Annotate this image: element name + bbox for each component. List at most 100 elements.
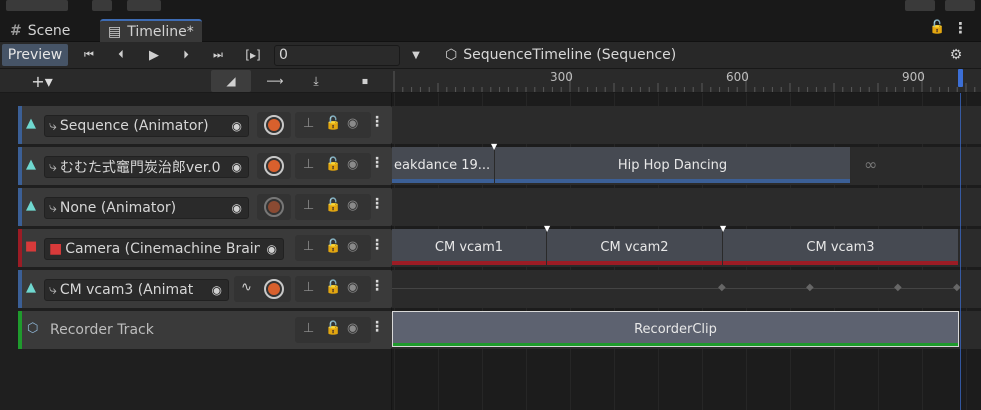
play-icon[interactable]: ▶: [141, 44, 167, 66]
keyframe-icon[interactable]: ◆: [894, 282, 902, 293]
playhead-line: [960, 93, 961, 410]
record-button[interactable]: [264, 115, 284, 135]
track-menu-icon[interactable]: ⋮: [370, 278, 384, 294]
clip-label: RecorderClip: [634, 321, 717, 337]
target-icon[interactable]: ◉: [232, 160, 242, 174]
eye-icon[interactable]: ◉: [347, 116, 358, 131]
animation-clip[interactable]: eakdance 19...: [392, 147, 495, 183]
cinemachine-clip[interactable]: CM vcam1: [392, 229, 547, 265]
eye-icon[interactable]: ◉: [347, 198, 358, 213]
layout-dropdown[interactable]: [6, 0, 68, 11]
add-track-button[interactable]: +▾: [22, 70, 62, 92]
record-button[interactable]: [264, 156, 284, 176]
cinemachine-clip[interactable]: CM vcam2: [547, 229, 723, 265]
cinemachine-clip[interactable]: CM vcam3: [723, 229, 959, 265]
clip-bar: [392, 261, 546, 265]
play-mode-button[interactable]: [905, 0, 935, 11]
mix-mode-icon[interactable]: ⤓: [298, 70, 334, 92]
object-field[interactable]: ⤷ None (Animator) ◉: [44, 197, 249, 219]
curves-icon[interactable]: ∿: [241, 280, 252, 295]
replace-mode-icon[interactable]: ⟶: [258, 70, 292, 92]
track-controls: ⊥ 🔓 ◉: [295, 112, 371, 138]
pin-icon[interactable]: ⊥: [303, 280, 314, 295]
track-menu-icon[interactable]: ⋮: [370, 114, 384, 130]
frame-input[interactable]: 0: [274, 45, 400, 66]
eye-icon[interactable]: ◉: [347, 280, 358, 295]
top-button[interactable]: [127, 0, 161, 11]
pin-icon[interactable]: ⊥: [303, 157, 314, 172]
track-row-none[interactable]: ▲ ⤷ None (Animator) ◉ ⊥ 🔓 ◉ ⋮: [18, 188, 392, 226]
next-frame-icon[interactable]: ⏵: [173, 44, 199, 66]
record-group: [257, 153, 291, 179]
previous-frame-icon[interactable]: ⏴: [108, 44, 134, 66]
lock-icon[interactable]: 🔓: [325, 157, 341, 172]
lock-icon[interactable]: 🔓: [325, 321, 341, 336]
record-button[interactable]: [264, 279, 284, 299]
go-to-start-icon[interactable]: ⏮: [76, 44, 102, 66]
timeline-toolbar: Preview ⏮ ⏴ ▶ ⏵ ⏭ [▸] 0 ▼ ⬡ SequenceTime…: [0, 42, 981, 69]
chevron-down-icon[interactable]: ▼: [406, 44, 426, 66]
gear-icon[interactable]: ⚙: [943, 44, 969, 66]
track-row-cm-vcam3[interactable]: ▲ ⤷ CM vcam3 (Animat ◉ ∿ ⊥ 🔓 ◉ ⋮: [18, 270, 392, 308]
editor-top-strip: [0, 0, 981, 17]
clip-start-marker-icon: ▼: [544, 224, 551, 233]
pin-icon[interactable]: ⊥: [303, 239, 314, 254]
object-field[interactable]: ⤷ CM vcam3 (Animat ◉: [44, 279, 229, 301]
tab-timeline[interactable]: ▤ Timeline*: [100, 19, 202, 42]
track-menu-icon[interactable]: ⋮: [370, 237, 384, 253]
lock-icon[interactable]: 🔓: [325, 280, 341, 295]
target-icon[interactable]: ◉: [232, 201, 242, 215]
play-range-icon[interactable]: [▸]: [239, 44, 267, 66]
preview-button[interactable]: Preview: [2, 44, 68, 66]
lock-icon[interactable]: 🔓: [325, 198, 341, 213]
eye-icon[interactable]: ◉: [347, 239, 358, 254]
track-row-recorder[interactable]: ⬡ Recorder Track ⊥ 🔓 ◉ ⋮: [18, 311, 392, 349]
track-menu-icon[interactable]: ⋮: [370, 319, 384, 335]
object-field[interactable]: ■ Camera (Cinemachine Brain ◉: [44, 238, 284, 260]
recorder-clip[interactable]: RecorderClip: [392, 311, 959, 347]
track-menu-icon[interactable]: ⋮: [370, 155, 384, 171]
animator-icon: ⤷: [49, 282, 57, 298]
clip-bar: [392, 179, 494, 183]
blend-marker-icon: ▼: [491, 142, 498, 151]
object-field[interactable]: ⤷ Sequence (Animator) ◉: [44, 115, 249, 137]
snap-icon[interactable]: ⏹: [350, 70, 380, 92]
object-field[interactable]: ⤷ むむた式竈門炭治郎ver.0 ◉: [44, 156, 249, 178]
pin-icon[interactable]: ⊥: [303, 116, 314, 131]
record-button[interactable]: [264, 197, 284, 217]
target-icon[interactable]: ◉: [267, 242, 277, 256]
pause-mode-button[interactable]: [945, 0, 975, 11]
animation-clip[interactable]: Hip Hop Dancing: [495, 147, 851, 183]
go-to-end-icon[interactable]: ⏭: [205, 44, 231, 66]
clip-label: CM vcam2: [600, 239, 669, 255]
eye-icon[interactable]: ◉: [347, 321, 358, 336]
time-ruler[interactable]: 300 600 900: [392, 69, 981, 93]
eye-icon[interactable]: ◉: [347, 157, 358, 172]
keyframe-icon[interactable]: ◆: [806, 282, 814, 293]
clip-area[interactable]: eakdance 19... Hip Hop Dancing ∞ ▼ CM vc…: [392, 93, 981, 410]
track-label: Camera (Cinemachine Brain: [65, 241, 261, 257]
pin-icon[interactable]: ⊥: [303, 321, 314, 336]
tab-scene[interactable]: # Scene: [2, 19, 78, 42]
target-icon[interactable]: ◉: [232, 119, 242, 133]
ripple-mode-icon[interactable]: ◢: [211, 70, 251, 92]
track-menu-icon[interactable]: ⋮: [370, 196, 384, 212]
more-options-icon[interactable]: ⋮: [953, 19, 968, 37]
tab-label: Timeline*: [127, 23, 194, 40]
lock-icon[interactable]: 🔓: [929, 20, 945, 35]
playhead-handle[interactable]: [958, 69, 963, 87]
top-button[interactable]: [92, 0, 112, 11]
lock-icon[interactable]: 🔓: [325, 116, 341, 131]
record-group: ∿: [234, 276, 291, 302]
animator-icon: ⤷: [49, 159, 57, 175]
keyframe-icon[interactable]: ◆: [718, 282, 726, 293]
tab-label: Scene: [27, 22, 71, 39]
target-icon[interactable]: ◉: [212, 283, 222, 297]
track-row-sequence[interactable]: ▲ ⤷ Sequence (Animator) ◉ ⊥ 🔓 ◉ ⋮: [18, 106, 392, 144]
lock-icon[interactable]: 🔓: [325, 239, 341, 254]
track-label: Recorder Track: [50, 322, 154, 338]
pin-icon[interactable]: ⊥: [303, 198, 314, 213]
track-row-character[interactable]: ▲ ⤷ むむた式竈門炭治郎ver.0 ◉ ⊥ 🔓 ◉ ⋮: [18, 147, 392, 185]
timeline-asset-breadcrumb[interactable]: ⬡ SequenceTimeline (Sequence): [445, 44, 676, 66]
track-row-camera[interactable]: ■ ■ Camera (Cinemachine Brain ◉ ⊥ 🔓 ◉ ⋮: [18, 229, 392, 267]
